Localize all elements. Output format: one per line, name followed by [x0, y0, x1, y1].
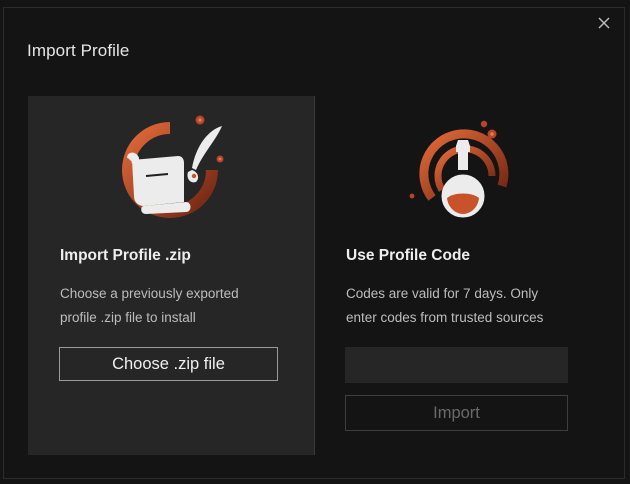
- zip-import-panel: Import Profile .zip Choose a previously …: [28, 96, 315, 455]
- code-description-line-2: enter codes from trusted sources: [346, 310, 544, 325]
- zip-description-line-1: Choose a previously exported: [60, 286, 239, 301]
- close-button[interactable]: [597, 16, 611, 30]
- choose-zip-file-button[interactable]: Choose .zip file: [59, 347, 278, 381]
- zip-description: Choose a previously exported profile .zi…: [60, 282, 300, 330]
- code-description: Codes are valid for 7 days. Only enter c…: [346, 282, 606, 330]
- code-description-line-1: Codes are valid for 7 days. Only: [346, 286, 539, 301]
- profile-code-input[interactable]: [345, 347, 568, 383]
- code-heading: Use Profile Code: [346, 247, 471, 264]
- potion-bottle-icon: [409, 120, 509, 218]
- zip-heading: Import Profile .zip: [60, 247, 191, 264]
- dialog-title: Import Profile: [27, 41, 130, 60]
- close-icon: [598, 17, 610, 29]
- zip-description-line-2: profile .zip file to install: [60, 310, 196, 325]
- import-profile-dialog: Import Profile Import Profile .zip Choos…: [3, 7, 625, 479]
- scroll-quill-icon: [122, 115, 224, 218]
- profile-code-panel: Use Profile Code Codes are valid for 7 d…: [318, 96, 608, 455]
- import-button[interactable]: Import: [345, 395, 568, 431]
